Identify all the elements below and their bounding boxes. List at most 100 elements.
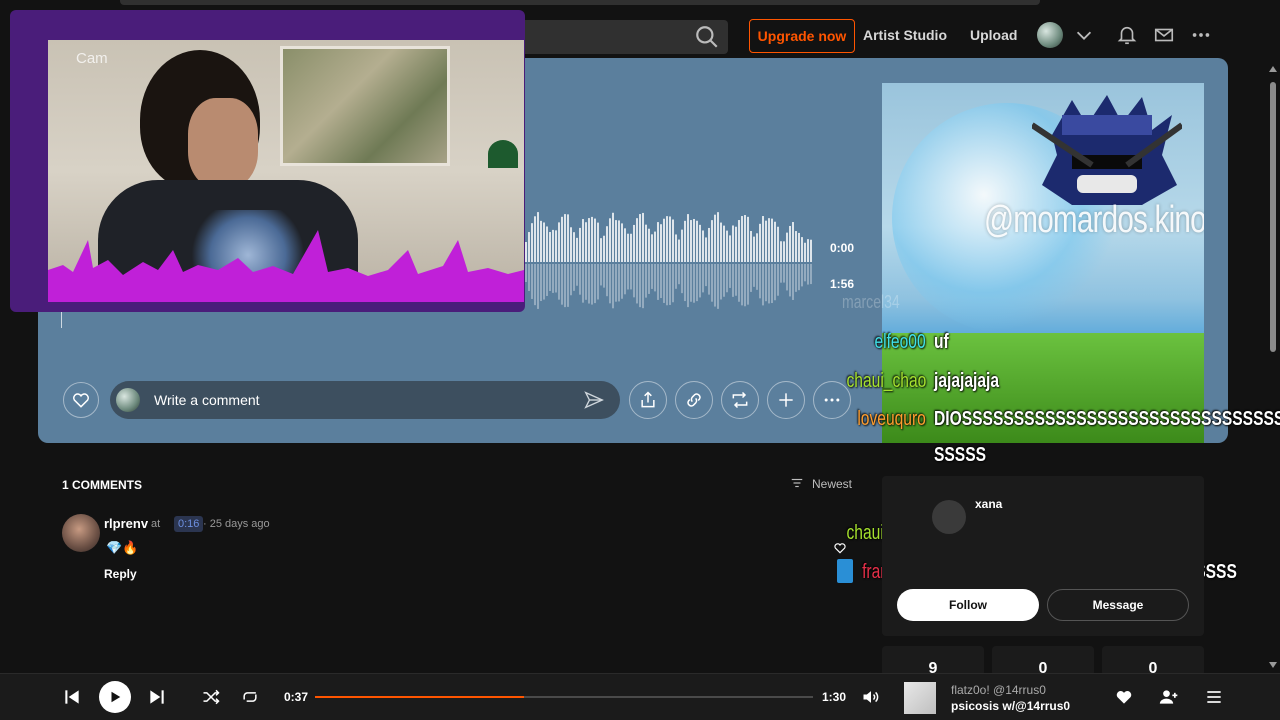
previous-track-icon[interactable] xyxy=(62,687,82,707)
now-playing-artwork[interactable] xyxy=(904,682,936,714)
waveform-reflection xyxy=(711,264,713,302)
play-icon xyxy=(111,691,121,703)
chevron-down-icon[interactable] xyxy=(1073,24,1095,46)
waveform-reflection xyxy=(540,264,542,302)
artist-name[interactable]: xana xyxy=(975,497,1002,511)
chat-ghost-message: marcel34 xyxy=(842,292,900,312)
follow-button[interactable]: Follow xyxy=(897,589,1039,621)
webcam-person-face xyxy=(188,98,258,188)
artist-studio-link[interactable]: Artist Studio xyxy=(863,27,947,43)
chat-text: DIOSSSSSSSSSSSSSSSSSSSSSSSSSSSSSSSS xyxy=(934,408,1280,430)
message-button[interactable]: Message xyxy=(1047,589,1189,621)
player-progress-bar[interactable] xyxy=(315,696,813,698)
commenter-name[interactable]: rlprenv xyxy=(104,516,148,531)
chat-username: elfeo00 xyxy=(874,331,926,353)
waveform-bar xyxy=(651,234,653,262)
webcam-window xyxy=(280,46,450,166)
waveform-bar xyxy=(597,222,599,262)
follow-artist-icon[interactable] xyxy=(1159,687,1179,707)
like-track-icon[interactable] xyxy=(1114,687,1134,707)
waveform-bar xyxy=(570,227,572,262)
chat-message: elfeo00 uf xyxy=(0,331,1280,361)
chat-text: SSSSS xyxy=(934,444,987,466)
more-options-icon[interactable] xyxy=(1190,24,1212,46)
now-playing-title[interactable]: psicosis w/@14rrus0 xyxy=(951,699,1070,713)
waveform-bar xyxy=(621,223,623,262)
waveform-bar xyxy=(645,224,647,262)
waveform-reflection xyxy=(747,264,749,305)
waveform-reflection xyxy=(663,264,665,303)
comment-like-icon[interactable] xyxy=(833,541,847,555)
queue-icon[interactable] xyxy=(1204,687,1224,707)
waveform-bar xyxy=(528,232,530,262)
waveform-bar xyxy=(789,225,791,262)
waveform-reflection xyxy=(567,264,569,307)
reply-button[interactable]: Reply xyxy=(104,567,137,581)
waveform-reflection xyxy=(795,264,797,292)
mail-icon[interactable] xyxy=(1153,24,1175,46)
waveform-reflection xyxy=(789,264,791,297)
waveform-bar xyxy=(531,223,533,262)
shuffle-icon[interactable] xyxy=(201,687,221,707)
waveform-reflection xyxy=(777,264,779,296)
waveform-bar xyxy=(672,219,674,262)
comment-at-label: at xyxy=(151,518,161,530)
waveform-reflection xyxy=(651,264,653,289)
waveform-bar xyxy=(540,220,542,262)
waveform-bar xyxy=(630,233,632,262)
scrollbar-thumb[interactable] xyxy=(1270,82,1276,352)
app-root: Upgrade now Artist Studio Upload 0:00 1:… xyxy=(0,0,1280,720)
comment-body: 💎🔥 xyxy=(106,540,139,555)
chat-username: loveuquro xyxy=(857,408,926,430)
waveform-reflection xyxy=(618,264,620,302)
waveform-bar xyxy=(705,237,707,262)
comment-timestamp[interactable]: 0:16 xyxy=(174,516,204,532)
volume-icon[interactable] xyxy=(861,687,881,707)
sort-icon[interactable] xyxy=(790,476,804,490)
track-duration: 1:56 xyxy=(830,277,855,291)
waveform-reflection xyxy=(738,264,740,302)
now-playing-artist[interactable]: flatz0o! @14rrus0 xyxy=(951,683,1046,697)
waveform-bar xyxy=(783,241,785,262)
waveform-bar xyxy=(534,216,536,262)
player-elapsed: 0:37 xyxy=(284,690,309,704)
profile-avatar[interactable] xyxy=(1037,22,1063,48)
waveform-bar xyxy=(687,214,689,262)
chat-message: loveuquro DIOSSSSSSSSSSSSSSSSSSSSSSSSSSSS… xyxy=(0,408,1280,438)
play-button[interactable] xyxy=(99,681,131,713)
waveform-bar xyxy=(768,218,770,262)
waveform-reflection xyxy=(798,264,800,291)
search-icon[interactable] xyxy=(694,24,720,50)
commenter-avatar[interactable] xyxy=(62,514,100,552)
waveform-reflection xyxy=(564,264,566,308)
artist-avatar[interactable] xyxy=(932,500,966,534)
upload-link[interactable]: Upload xyxy=(970,27,1017,43)
waveform-bar xyxy=(780,241,782,262)
next-track-icon[interactable] xyxy=(147,687,167,707)
waveform-bar xyxy=(609,218,611,262)
waveform-bar xyxy=(798,232,800,262)
scroll-down-icon[interactable] xyxy=(1268,660,1278,670)
waveform-bar xyxy=(663,218,665,262)
bell-icon[interactable] xyxy=(1116,24,1138,46)
artist-stat: 0 xyxy=(1102,646,1204,676)
scroll-up-icon[interactable] xyxy=(1268,64,1278,74)
waveform-reflection xyxy=(756,264,758,290)
waveform-reflection xyxy=(630,264,632,290)
upgrade-button[interactable]: Upgrade now xyxy=(749,19,855,53)
waveform-reflection xyxy=(765,264,767,302)
waveform-bar xyxy=(669,216,671,262)
waveform-reflection xyxy=(552,264,554,293)
waveform-bar xyxy=(579,227,581,262)
sort-dropdown[interactable]: Newest xyxy=(812,477,852,491)
waveform-reflection xyxy=(603,264,605,288)
waveform-reflection xyxy=(648,264,650,294)
waveform-bar xyxy=(642,212,644,262)
waveform-reflection xyxy=(717,264,719,309)
waveform-reflection xyxy=(546,264,548,296)
repeat-icon[interactable] xyxy=(240,687,260,707)
waveform-bar xyxy=(633,224,635,262)
chat-message: SSSSS xyxy=(0,444,1280,474)
waveform-reflection xyxy=(645,264,647,298)
waveform[interactable] xyxy=(525,200,815,320)
